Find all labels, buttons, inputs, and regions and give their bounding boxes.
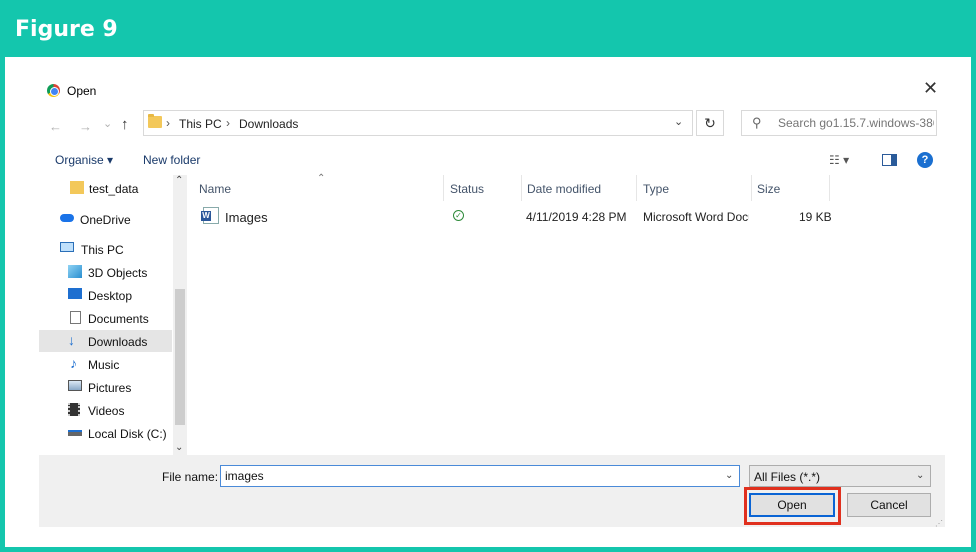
document-icon [70, 311, 81, 324]
column-header-size[interactable]: Size [751, 175, 829, 201]
word-document-icon [201, 207, 219, 224]
view-options-icon[interactable]: ☷ ▾ [829, 153, 849, 167]
open-button[interactable]: Open [749, 493, 835, 517]
video-icon [68, 403, 80, 416]
sidebar-item-documents[interactable]: Documents [39, 307, 172, 329]
sidebar-item-label: OneDrive [80, 213, 131, 227]
sidebar-item-3d-objects[interactable]: 3D Objects [39, 261, 172, 283]
column-label: Status [450, 182, 485, 196]
open-dialog: Open ✕ ← → ⌄ ↑ › This PC › Downloads ⌄ ↻… [39, 67, 945, 528]
column-label: Size [757, 182, 781, 196]
cancel-button[interactable]: Cancel [847, 493, 931, 517]
breadcrumb-separator: › [166, 116, 170, 130]
file-name-combobox[interactable]: ⌄ [220, 465, 740, 487]
file-list: Name ⌃ Status Date modified Type Size W … [189, 173, 945, 455]
scroll-down-arrow-icon[interactable]: ⌄ [175, 442, 183, 453]
sidebar-item-onedrive[interactable]: OneDrive [39, 208, 172, 230]
sidebar-item-music[interactable]: ♪ Music [39, 353, 172, 375]
up-button[interactable]: ↑ [121, 116, 129, 133]
column-label: Type [643, 182, 670, 196]
chevron-down-icon[interactable]: ⌄ [674, 115, 683, 128]
breadcrumb-this-pc[interactable]: This PC [179, 117, 222, 131]
command-bar: Organise ▾ New folder ☷ ▾ ? [39, 147, 945, 173]
file-type-select[interactable]: All Files (*.*) ⌄ [749, 465, 931, 487]
column-header-date-modified[interactable]: Date modified [521, 175, 636, 201]
sidebar-item-pictures[interactable]: Pictures [39, 376, 172, 398]
file-type-value: All Files (*.*) [754, 470, 821, 484]
cube-icon [68, 265, 82, 278]
close-icon[interactable]: ✕ [923, 79, 938, 97]
folder-icon [70, 181, 84, 194]
breadcrumb-separator: › [226, 116, 230, 130]
desktop-icon [68, 288, 82, 299]
pictures-icon [68, 380, 82, 391]
folder-icon [148, 114, 162, 128]
sidebar-item-videos[interactable]: Videos [39, 399, 172, 421]
file-size: 19 KB [799, 210, 832, 224]
computer-icon [60, 242, 74, 252]
column-label: Date modified [527, 182, 602, 196]
recent-locations-chevron-down-icon[interactable]: ⌄ [103, 117, 112, 130]
sidebar-item-label: Downloads [88, 335, 148, 349]
file-name-label: File name: [162, 470, 219, 484]
sidebar-item-label: Documents [88, 312, 149, 326]
dialog-title: Open [67, 84, 97, 98]
sidebar-item-desktop[interactable]: Desktop [39, 284, 172, 306]
column-label: Name [199, 182, 232, 196]
organise-menu-button[interactable]: Organise ▾ [55, 153, 113, 167]
scroll-up-arrow-icon[interactable]: ⌃ [175, 175, 183, 186]
sidebar-item-label: Desktop [88, 289, 133, 303]
file-date-modified: 4/11/2019 4:28 PM [526, 210, 627, 224]
figure-title: Figure 9 [15, 17, 118, 42]
breadcrumb-downloads[interactable]: Downloads [239, 117, 298, 131]
file-type: Microsoft Word Docu [643, 210, 749, 224]
status-synced-check-icon: ✓ [453, 210, 464, 221]
sidebar-item-label: This PC [81, 243, 124, 257]
sidebar-item-downloads[interactable]: ↓ Downloads [39, 330, 172, 352]
download-icon: ↓ [68, 332, 75, 348]
help-icon[interactable]: ? [917, 152, 933, 168]
chrome-icon [47, 84, 60, 97]
preview-pane-icon[interactable] [882, 154, 897, 166]
figure-frame: Figure 9 Open ✕ ← → ⌄ ↑ › This PC › Down… [0, 0, 976, 552]
new-folder-button[interactable]: New folder [143, 153, 200, 167]
sidebar-item-label: 3D Objects [88, 266, 148, 280]
column-divider[interactable] [829, 175, 830, 201]
back-button[interactable]: ← [49, 119, 62, 134]
search-icon: ⚲ [752, 115, 762, 130]
address-bar[interactable]: › This PC › Downloads ⌄ [143, 110, 693, 136]
column-header-status[interactable]: Status [444, 175, 521, 201]
sidebar-item-local-disk[interactable]: Local Disk (C:) [39, 422, 172, 444]
sidebar-item-label: Videos [88, 404, 125, 418]
sidebar-item-label: Music [88, 358, 120, 372]
resize-grip-icon[interactable]: ⋰ [935, 519, 943, 528]
dialog-footer: File name: ⌄ All Files (*.*) ⌄ Open Canc… [39, 455, 945, 528]
music-icon: ♪ [70, 355, 77, 371]
figure-header: Figure 9 [5, 5, 971, 57]
refresh-button[interactable]: ↻ [696, 110, 724, 136]
scrollbar-thumb[interactable] [175, 289, 185, 425]
search-box[interactable]: ⚲ [741, 110, 937, 136]
navigation-pane: test_data OneDrive This PC 3D Objects De… [39, 175, 187, 455]
column-header-type[interactable]: Type [637, 175, 751, 201]
sidebar-item-label: test_data [89, 182, 139, 196]
table-row[interactable]: Images ✓ 4/11/2019 4:28 PM Microsoft Wor… [189, 205, 889, 227]
chevron-down-icon: ⌄ [916, 470, 925, 481]
cloud-icon [60, 214, 74, 222]
dialog-titlebar: Open ✕ [39, 67, 945, 111]
disk-icon [68, 430, 82, 436]
file-name: Images [225, 210, 268, 225]
forward-button[interactable]: → [79, 119, 92, 134]
sidebar-item-this-pc[interactable]: This PC [39, 238, 172, 260]
column-header-name[interactable]: Name ⌃ [193, 173, 443, 201]
chevron-down-icon[interactable]: ⌄ [725, 470, 733, 481]
file-name-field[interactable] [225, 469, 715, 483]
sort-ascending-icon: ⌃ [317, 173, 326, 184]
sidebar-item-test-data[interactable]: test_data [39, 177, 172, 199]
sidebar-item-label: Pictures [88, 381, 132, 395]
search-input[interactable] [778, 116, 934, 130]
sidebar-item-label: Local Disk (C:) [88, 427, 167, 441]
